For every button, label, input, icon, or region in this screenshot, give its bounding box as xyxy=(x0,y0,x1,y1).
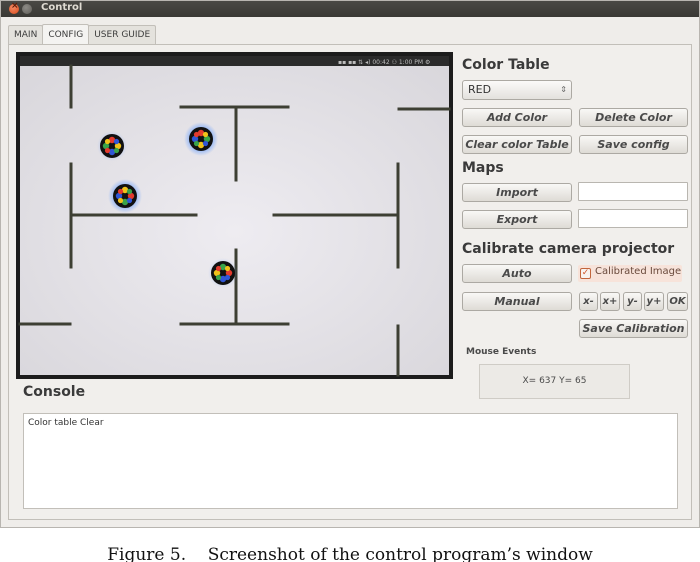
tab-user-guide[interactable]: USER GUIDE xyxy=(88,25,157,45)
save-config-button[interactable]: Save config xyxy=(579,135,688,154)
color-select-value: RED xyxy=(468,83,492,96)
page: Control MAIN CONFIG USER GUIDE xyxy=(0,0,700,562)
x-plus-button[interactable]: x+ xyxy=(600,292,620,311)
import-path-field[interactable] xyxy=(578,182,688,201)
color-table-title: Color Table xyxy=(462,57,550,73)
minimize-window-icon[interactable] xyxy=(22,4,32,14)
robot-marker xyxy=(184,122,218,156)
window-title: Control xyxy=(41,2,83,13)
calibrated-image-checkbox[interactable]: ✓ xyxy=(580,268,591,279)
mouse-events-title: Mouse Events xyxy=(466,347,537,357)
tab-config[interactable]: CONFIG xyxy=(42,24,90,45)
auto-calibrate-button[interactable]: Auto xyxy=(462,264,572,283)
window-titlebar: Control xyxy=(1,1,699,17)
import-button[interactable]: Import xyxy=(462,183,572,202)
camera-view[interactable]: ▪▪ ▪▪ ⇅ ◂) 00:42 ⚇ 1:00 PM ⚙ xyxy=(16,52,453,379)
maps-title: Maps xyxy=(462,160,504,176)
mouse-events-readout: X= 637 Y= 65 xyxy=(479,364,630,399)
tab-main[interactable]: MAIN xyxy=(8,25,44,45)
x-minus-button[interactable]: x- xyxy=(579,292,598,311)
console-title: Console xyxy=(23,384,86,400)
robot-marker xyxy=(208,258,238,288)
y-minus-button[interactable]: y- xyxy=(623,292,642,311)
console-line: Color table Clear xyxy=(28,418,104,428)
up-down-arrows-icon: ⇕ xyxy=(560,85,567,94)
console-output[interactable]: Color table Clear xyxy=(23,413,678,509)
add-color-button[interactable]: Add Color xyxy=(462,108,572,127)
camera-feed-image: ▪▪ ▪▪ ⇅ ◂) 00:42 ⚇ 1:00 PM ⚙ xyxy=(18,56,451,377)
robot-marker xyxy=(108,179,142,213)
calibrate-title: Calibrate camera projector xyxy=(462,241,675,257)
camera-status-text: ▪▪ ▪▪ ⇅ ◂) 00:42 ⚇ 1:00 PM ⚙ xyxy=(338,59,430,66)
save-calibration-button[interactable]: Save Calibration xyxy=(579,319,688,338)
figure-caption: Figure 5. Screenshot of the control prog… xyxy=(107,545,593,562)
y-plus-button[interactable]: y+ xyxy=(644,292,664,311)
export-path-field[interactable] xyxy=(578,209,688,228)
calibrated-image-toggle[interactable]: ✓ Calibrated Image xyxy=(578,265,682,282)
tab-bar: MAIN CONFIG USER GUIDE xyxy=(8,24,157,45)
color-select[interactable]: RED ⇕ xyxy=(462,80,572,100)
manual-calibrate-button[interactable]: Manual xyxy=(462,292,572,311)
calibrated-image-label: Calibrated Image xyxy=(595,266,682,277)
ok-button[interactable]: OK xyxy=(667,292,688,311)
robot-marker xyxy=(97,131,127,161)
export-button[interactable]: Export xyxy=(462,210,572,229)
close-window-icon[interactable] xyxy=(9,1,19,14)
clear-color-table-button[interactable]: Clear color Table xyxy=(462,135,572,154)
delete-color-button[interactable]: Delete Color xyxy=(579,108,688,127)
